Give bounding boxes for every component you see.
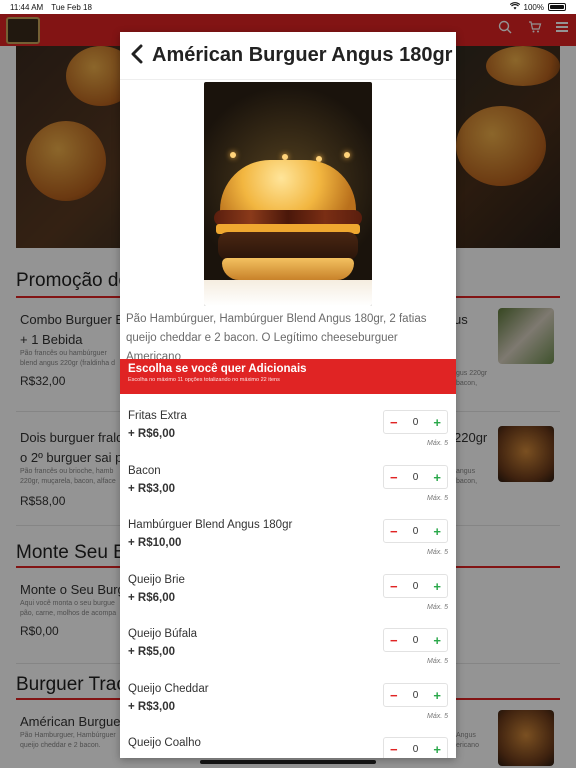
addon-price: + R$10,00 (128, 537, 182, 549)
quantity-stepper: − 0 + (383, 465, 448, 489)
addon-price: + R$6,00 (128, 428, 175, 440)
addon-price: + R$5,00 (128, 646, 175, 658)
addons-title: Escolha se você quer Adicionais (128, 363, 307, 375)
addon-name: Hambúrguer Blend Angus 180gr (128, 519, 293, 531)
addon-name: Bacon (128, 465, 161, 477)
battery-icon (548, 3, 566, 11)
addon-row-bacon: Bacon + R$3,00 − 0 + Máx. 5 (120, 465, 456, 519)
increment-button[interactable]: + (433, 634, 441, 647)
addon-max-label: Máx. 5 (426, 604, 448, 611)
quantity-value: 0 (412, 471, 419, 483)
decrement-button[interactable]: − (390, 471, 398, 484)
increment-button[interactable]: + (433, 689, 441, 702)
addon-row-fritas-extra: Fritas Extra + R$6,00 − 0 + Máx. 5 (120, 410, 456, 464)
status-time: 11:44 AM (10, 2, 44, 12)
increment-button[interactable]: + (433, 416, 441, 429)
addons-header: Escolha se você quer Adicionais Escolha … (120, 359, 456, 394)
addons-subtitle: Escolha no máximo 11 opções totalizando … (128, 377, 280, 383)
quantity-value: 0 (412, 634, 419, 646)
increment-button[interactable]: + (433, 580, 441, 593)
addon-name: Fritas Extra (128, 410, 187, 422)
quantity-stepper: − 0 + (383, 683, 448, 707)
decrement-button[interactable]: − (390, 416, 398, 429)
addon-row-queijo-bufala: Queijo Búfala + R$5,00 − 0 + Máx. 5 (120, 628, 456, 682)
increment-button[interactable]: + (433, 525, 441, 538)
quantity-stepper: − 0 + (383, 737, 448, 758)
decrement-button[interactable]: − (390, 689, 398, 702)
status-date: Tue Feb 18 (51, 2, 92, 12)
quantity-value: 0 (412, 416, 419, 428)
increment-button[interactable]: + (433, 743, 441, 756)
addon-max-label: Máx. 5 (426, 713, 448, 720)
quantity-stepper: − 0 + (383, 574, 448, 598)
addon-name: Queijo Cheddar (128, 683, 209, 695)
quantity-value: 0 (412, 525, 419, 537)
battery-percent: 100% (523, 2, 544, 12)
addon-max-label: Máx. 5 (426, 495, 448, 502)
quantity-value: 0 (412, 689, 419, 701)
addon-row-queijo-brie: Queijo Brie + R$6,00 − 0 + Máx. 5 (120, 574, 456, 628)
chevron-left-icon[interactable] (130, 44, 144, 68)
addon-name: Queijo Brie (128, 574, 185, 586)
wifi-icon (509, 2, 520, 12)
decrement-button[interactable]: − (390, 634, 398, 647)
addon-row-queijo-coalho: Queijo Coalho − 0 + (120, 737, 456, 758)
addon-price: + R$3,00 (128, 483, 175, 495)
status-bar: 11:44 AM Tue Feb 18 100% (0, 0, 576, 14)
addon-row-queijo-cheddar: Queijo Cheddar + R$3,00 − 0 + Máx. 5 (120, 683, 456, 737)
home-indicator[interactable] (200, 760, 376, 764)
decrement-button[interactable]: − (390, 743, 398, 756)
quantity-stepper: − 0 + (383, 628, 448, 652)
decrement-button[interactable]: − (390, 580, 398, 593)
quantity-value: 0 (412, 580, 419, 592)
addon-max-label: Máx. 5 (426, 440, 448, 447)
decrement-button[interactable]: − (390, 525, 398, 538)
modal-header: Américan Burguer Angus 180gr (120, 32, 456, 80)
product-modal: Américan Burguer Angus 180gr Pão Hambúrg… (120, 32, 456, 758)
addon-price: + R$6,00 (128, 592, 175, 604)
addon-name: Queijo Coalho (128, 737, 201, 749)
increment-button[interactable]: + (433, 471, 441, 484)
addon-max-label: Máx. 5 (426, 549, 448, 556)
product-title: Américan Burguer Angus 180gr (152, 44, 453, 66)
addon-row-hamburguer-blend: Hambúrguer Blend Angus 180gr + R$10,00 −… (120, 519, 456, 573)
quantity-stepper: − 0 + (383, 410, 448, 434)
product-image (204, 82, 372, 306)
quantity-value: 0 (412, 743, 419, 755)
addon-price: + R$3,00 (128, 701, 175, 713)
addon-name: Queijo Búfala (128, 628, 198, 640)
quantity-stepper: − 0 + (383, 519, 448, 543)
addon-max-label: Máx. 5 (426, 658, 448, 665)
